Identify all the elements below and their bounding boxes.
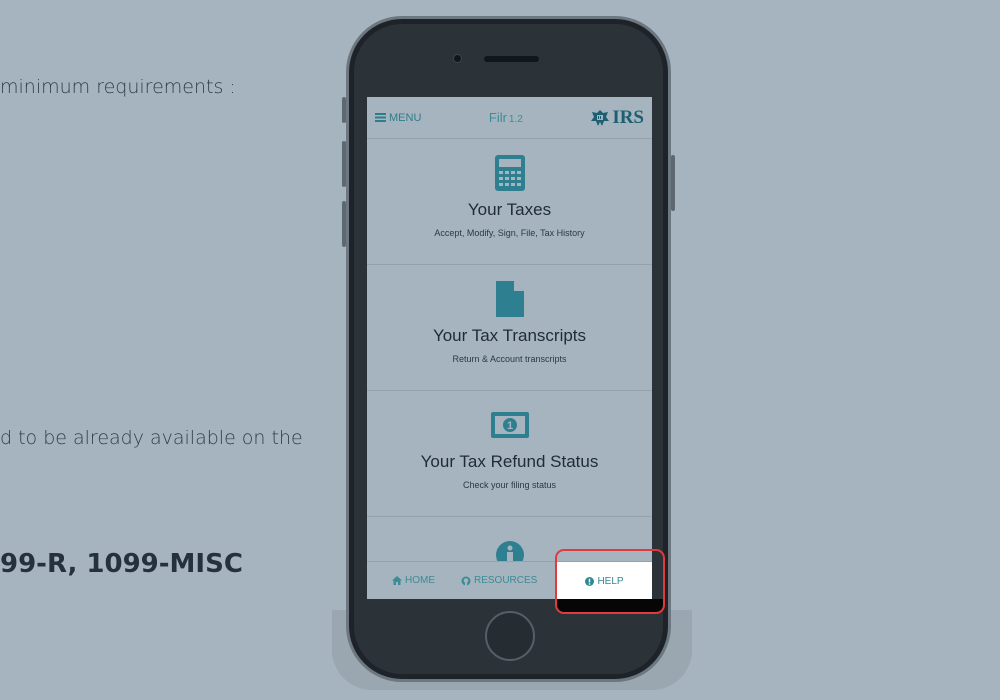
background-text-requirements: minimum requirements : (0, 76, 236, 98)
volume-down-button (342, 201, 346, 247)
nav-resources-label: RESOURCES (474, 575, 538, 586)
volume-up-button (342, 141, 346, 187)
tile-subtitle: Return & Account transcripts (452, 354, 567, 364)
front-camera (453, 54, 462, 63)
background-text-forms: 99-R, 1099-MISC (0, 549, 243, 579)
app-name: Filr (488, 110, 507, 125)
tile-subtitle: Accept, Modify, Sign, File, Tax History (434, 228, 585, 238)
tile-title: Your Tax Refund Status (420, 452, 599, 471)
irs-logo: IRS (590, 107, 644, 129)
tile-your-tax-transcripts[interactable]: Your Tax Transcripts Return & Account tr… (367, 265, 652, 391)
app-title: Filr 1.2 (489, 110, 523, 125)
tile-your-tax-refund-status[interactable]: 1 Your Tax Refund Status Check your fili… (367, 391, 652, 517)
nav-home-label: HOME (405, 575, 435, 586)
calculator-icon (494, 154, 525, 192)
money-icon: 1 (490, 406, 529, 444)
tile-your-taxes[interactable]: Your Taxes Accept, Modify, Sign, File, T… (367, 139, 652, 265)
home-hardware-button[interactable] (485, 611, 535, 661)
help-highlight-box (555, 549, 665, 614)
github-icon (461, 576, 471, 585)
tile-title: Your Taxes (467, 200, 552, 219)
nav-resources[interactable]: RESOURCES (461, 562, 537, 599)
earpiece-speaker (484, 56, 539, 62)
menu-button[interactable]: MENU (375, 112, 421, 124)
background-text-availability: d to be already available on the (0, 427, 303, 449)
menu-label: MENU (389, 111, 422, 124)
phone-screen: MENU Filr 1.2 IRS Your Taxes Accept, Mod… (367, 97, 652, 599)
irs-logo-text: IRS (612, 106, 644, 128)
nav-home[interactable]: HOME (392, 562, 435, 599)
app-header: MENU Filr 1.2 IRS (367, 97, 652, 139)
irs-eagle-icon (591, 109, 610, 126)
mute-switch (342, 97, 346, 123)
tile-title: Your Tax Transcripts (432, 326, 587, 345)
home-icon (392, 576, 402, 585)
app-version: 1.2 (508, 114, 523, 125)
power-button (671, 155, 675, 211)
svg-text:1: 1 (506, 420, 512, 432)
document-icon (495, 280, 524, 318)
hamburger-icon (375, 113, 386, 122)
tile-subtitle: Check your filing status (462, 480, 557, 490)
